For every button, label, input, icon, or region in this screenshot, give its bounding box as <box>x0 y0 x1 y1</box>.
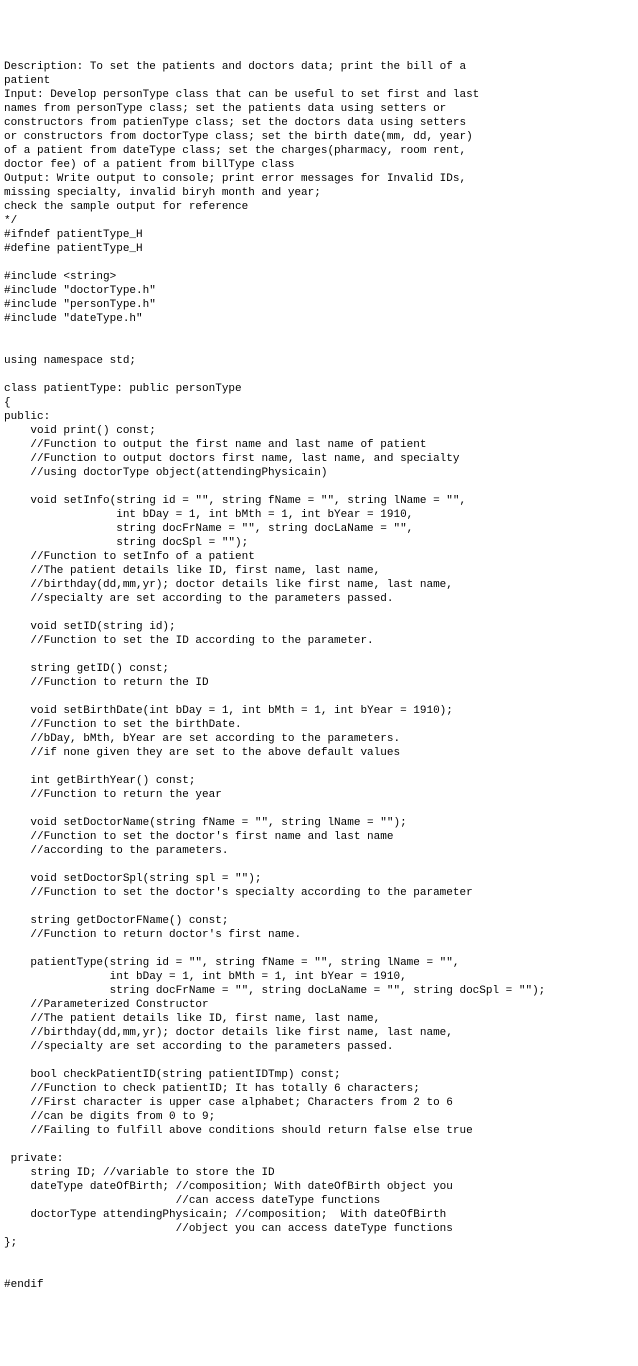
code-block: Description: To set the patients and doc… <box>4 60 634 1292</box>
code-text: Description: To set the patients and doc… <box>4 61 545 1291</box>
